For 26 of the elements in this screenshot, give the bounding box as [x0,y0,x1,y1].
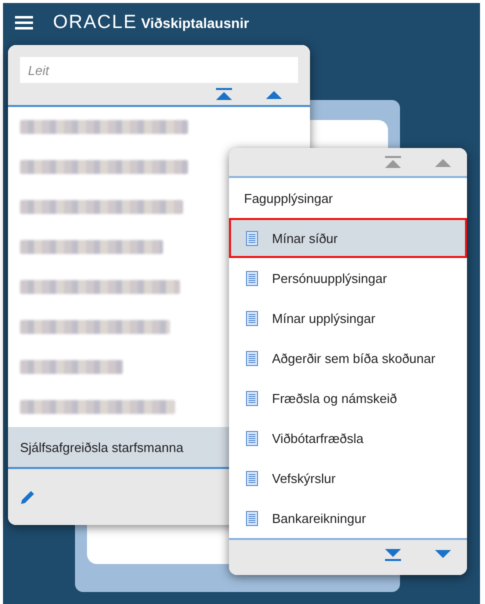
menu-icon[interactable] [15,15,33,31]
scroll-to-bottom-button[interactable] [385,549,401,561]
scroll-up-button[interactable] [266,88,282,100]
scroll-down-button[interactable] [435,549,451,561]
document-icon [246,470,258,486]
document-icon [246,270,258,286]
submenu-item[interactable]: Mínar síður [229,218,467,258]
submenu-heading: Fagupplýsingar [243,190,334,208]
scroll-to-top-button[interactable] [216,88,232,100]
document-icon [246,390,258,406]
submenu-item[interactable]: Bankareikningur [229,498,467,538]
document-icon [246,230,258,246]
submenu-item[interactable]: Aðgerðir sem bíða skoðunar [229,338,467,378]
submenu-item[interactable]: Viðbótarfræðsla [229,418,467,458]
document-icon [246,430,258,446]
search-field[interactable]: Leit [20,57,298,83]
brand-logo: ORACLE [53,12,138,34]
pencil-icon[interactable] [20,489,36,505]
document-icon [246,510,258,526]
submenu-item[interactable]: Fræðsla og námskeið [229,378,467,418]
document-icon [246,310,258,326]
app-title: Viðskiptalausnir [141,15,250,31]
submenu-item[interactable]: Mínar upplýsingar [229,298,467,338]
submenu-item[interactable]: Vefskýrslur [229,458,467,498]
document-icon [246,350,258,366]
submenu-item[interactable]: Persónuupplýsingar [229,258,467,298]
